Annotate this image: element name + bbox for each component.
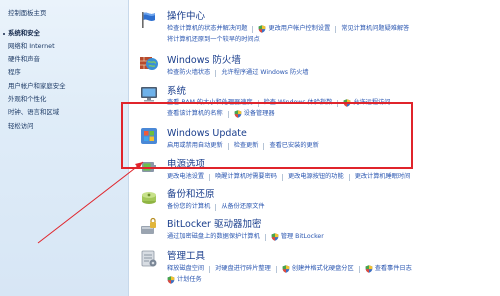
separator	[257, 99, 259, 107]
backup-restore-title[interactable]: 备份和还原	[167, 189, 215, 201]
action-center-title[interactable]: 操作中心	[167, 11, 205, 23]
separator	[252, 25, 254, 33]
wake-password-link[interactable]: 唤醒计算机时需要密码	[215, 172, 277, 182]
view-ram-link[interactable]: 查看 RAM 的大小和处理器速度	[167, 98, 253, 108]
admin-tools-links-row1: 释放磁盘空间 对硬盘进行碎片整理 创建并格式化硬盘分区 查看事件日志	[167, 264, 412, 274]
troubleshoot-link[interactable]: 常见计算机问题疑难解答	[341, 24, 409, 34]
sidebar-item-clock-region[interactable]: 时钟、语言和区域	[8, 108, 59, 117]
current-item-bullet	[3, 33, 5, 35]
separator	[227, 110, 229, 118]
separator	[264, 233, 266, 241]
sidebar-item-user-accounts[interactable]: 用户帐户和家庭安全	[8, 82, 66, 91]
restore-computer-link[interactable]: 将计算机还原到一个较早的时间点	[167, 35, 260, 45]
auto-update-link[interactable]: 启用或禁用自动更新	[167, 141, 223, 151]
separator	[215, 203, 217, 211]
backup-links-row1: 备份您的计算机 从备份还原文件	[167, 202, 265, 212]
separator	[358, 265, 360, 273]
bitlocker-icon[interactable]	[139, 217, 159, 237]
firewall-links-row1: 检查防火墙状态 允许程序通过 Windows 防火墙	[167, 68, 309, 78]
allow-program-link[interactable]: 允许程序通过 Windows 防火墙	[221, 68, 308, 78]
system-links-row2: 查看该计算机的名称 设备管理器	[167, 109, 275, 119]
action-center-links-row1: 检查计算机的状态并解决问题 更改用户帐户控制设置 常见计算机问题疑难解答	[167, 24, 409, 34]
power-options-icon[interactable]	[139, 157, 159, 177]
device-manager-link[interactable]: 设备管理器	[244, 109, 275, 119]
experience-index-link[interactable]: 检查 Windows 体验指数	[264, 98, 333, 108]
uac-shield-icon	[234, 110, 242, 118]
system-computer-icon[interactable]	[139, 84, 159, 104]
admin-tools-title[interactable]: 管理工具	[167, 251, 205, 263]
separator	[335, 25, 337, 33]
separator	[215, 69, 217, 77]
separator	[227, 142, 229, 150]
sidebar-item-hardware-sound[interactable]: 硬件和声音	[8, 55, 40, 64]
uac-shield-icon	[365, 265, 373, 273]
separator	[209, 265, 211, 273]
sidebar-item-system-security[interactable]: 系统和安全	[8, 29, 40, 38]
check-updates-link[interactable]: 检查更新	[234, 141, 259, 151]
admin-tools-icon[interactable]	[139, 249, 159, 269]
uac-shield-icon	[167, 276, 175, 284]
separator	[348, 173, 350, 181]
action-center-links-row2: 将计算机还原到一个较早的时间点	[167, 35, 260, 45]
change-uac-settings-link[interactable]: 更改用户帐户控制设置	[268, 24, 330, 34]
separator	[209, 173, 211, 181]
sidebar: 控制面板主页 系统和安全 网络和 Internet 硬件和声音 程序 用户帐户和…	[0, 0, 129, 296]
manage-bitlocker-link[interactable]: 管理 BitLocker	[281, 232, 324, 242]
uac-shield-icon	[282, 265, 290, 273]
windows-update-icon[interactable]	[139, 126, 159, 146]
backup-computer-link[interactable]: 备份您的计算机	[167, 202, 210, 212]
admin-tools-links-row2: 计划任务	[167, 275, 202, 285]
bitlocker-links-row1: 通过加密磁盘上的数据保护计算机 管理 BitLocker	[167, 232, 324, 242]
check-status-link[interactable]: 检查计算机的状态并解决问题	[167, 24, 247, 34]
action-center-flag-icon[interactable]	[139, 10, 159, 30]
restore-files-link[interactable]: 从备份还原文件	[221, 202, 264, 212]
sidebar-item-network[interactable]: 网络和 Internet	[8, 42, 55, 51]
uac-shield-icon	[259, 25, 266, 33]
allow-remote-access-link[interactable]: 允许远程访问	[353, 98, 390, 108]
firewall-icon[interactable]	[139, 53, 159, 73]
separator	[282, 173, 283, 181]
create-partition-link[interactable]: 创建并格式化硬盘分区	[292, 264, 354, 274]
defragment-link[interactable]: 对硬盘进行碎片整理	[215, 264, 271, 274]
firewall-title[interactable]: Windows 防火墙	[167, 55, 241, 67]
uac-shield-icon	[271, 233, 279, 241]
main-content: 操作中心 检查计算机的状态并解决问题 更改用户帐户控制设置 常见计算机问题疑难解…	[129, 0, 500, 296]
battery-settings-link[interactable]: 更改电池设置	[167, 172, 204, 182]
system-links-row1: 查看 RAM 的大小和处理器速度 检查 Windows 体验指数 允许远程访问	[167, 98, 390, 108]
sidebar-item-programs[interactable]: 程序	[8, 68, 21, 77]
bitlocker-title[interactable]: BitLocker 驱动器加密	[167, 219, 261, 231]
separator	[263, 142, 265, 150]
control-panel-window: 控制面板主页 系统和安全 网络和 Internet 硬件和声音 程序 用户帐户和…	[0, 0, 500, 296]
event-logs-link[interactable]: 查看事件日志	[375, 264, 412, 274]
view-installed-updates-link[interactable]: 查看已安装的更新	[269, 141, 319, 151]
check-firewall-status-link[interactable]: 检查防火墙状态	[167, 68, 210, 78]
schedule-tasks-link[interactable]: 计划任务	[177, 275, 202, 285]
system-title[interactable]: 系统	[167, 86, 186, 98]
power-links-row1: 更改电池设置 唤醒计算机时需要密码 更改电源按钮的功能 更改计算机睡眠时间	[167, 172, 410, 182]
separator	[275, 265, 277, 273]
power-button-link[interactable]: 更改电源按钮的功能	[288, 172, 344, 182]
windows-update-links-row1: 启用或禁用自动更新 检查更新 查看已安装的更新	[167, 141, 319, 151]
power-options-title[interactable]: 电源选项	[167, 159, 205, 171]
backup-restore-icon[interactable]	[139, 187, 159, 207]
separator	[337, 99, 339, 107]
view-computer-name-link[interactable]: 查看该计算机的名称	[167, 109, 223, 119]
uac-shield-icon	[343, 99, 351, 107]
windows-update-title[interactable]: Windows Update	[167, 128, 247, 140]
sidebar-item-appearance[interactable]: 外观和个性化	[8, 95, 46, 104]
sleep-time-link[interactable]: 更改计算机睡眠时间	[355, 172, 411, 182]
free-disk-space-link[interactable]: 释放磁盘空间	[167, 264, 204, 274]
encrypt-disk-link[interactable]: 通过加密磁盘上的数据保护计算机	[167, 232, 260, 242]
sidebar-item-ease-of-access[interactable]: 轻松访问	[8, 122, 34, 131]
control-panel-home-link[interactable]: 控制面板主页	[8, 9, 46, 18]
